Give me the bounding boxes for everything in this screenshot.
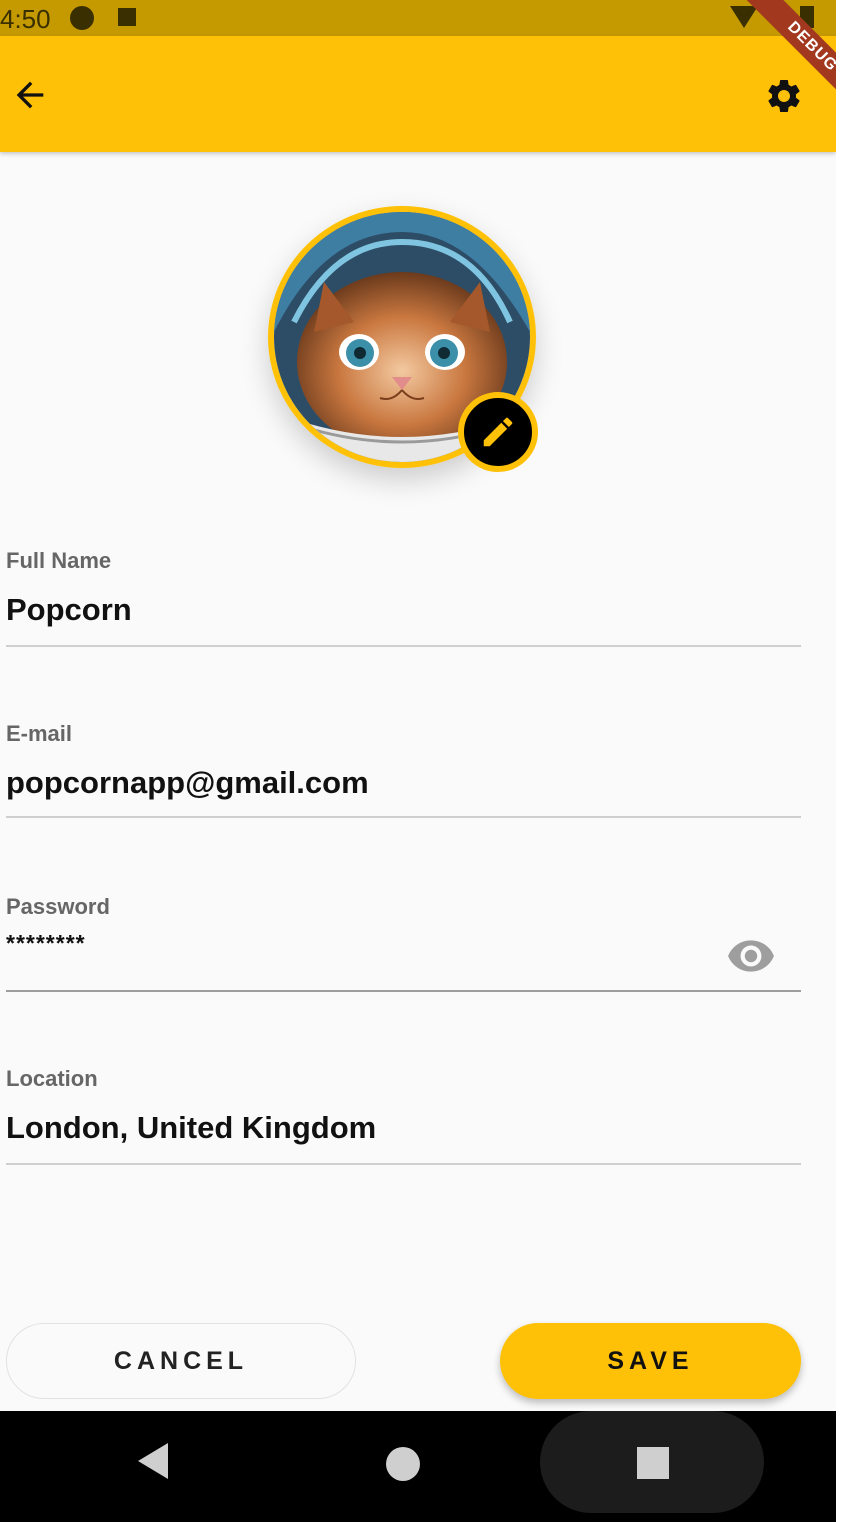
settings-button[interactable] xyxy=(760,72,808,120)
toggle-password-visibility[interactable] xyxy=(726,940,776,974)
recents-button[interactable] xyxy=(540,1411,764,1513)
pencil-icon xyxy=(483,417,513,447)
field-underline xyxy=(6,990,801,992)
frame-edge xyxy=(836,0,845,1522)
arrow-back-icon xyxy=(16,81,44,109)
field-underline xyxy=(6,1163,801,1165)
full-name-label: Full Name xyxy=(6,548,112,573)
password-field: Password ******** xyxy=(6,894,801,996)
location-field: Location xyxy=(6,1066,801,1168)
wifi-icon xyxy=(730,6,758,28)
full-name-input[interactable] xyxy=(6,592,706,628)
sync-icon xyxy=(70,6,94,30)
profile-edit-screen: 4:50 DEBUG Full Name Popcorn E-mail popc… xyxy=(0,0,836,1522)
gear-icon xyxy=(768,79,800,112)
edit-avatar-button[interactable] xyxy=(458,392,538,472)
field-underline xyxy=(6,816,801,818)
app-bar xyxy=(0,36,836,152)
back-button[interactable] xyxy=(6,71,54,119)
status-time: 4:50 xyxy=(0,4,51,34)
triangle-back-icon[interactable] xyxy=(136,1441,170,1481)
save-button[interactable]: SAVE xyxy=(500,1323,801,1399)
email-label: E-mail xyxy=(6,721,73,746)
system-navigation-bar xyxy=(0,1411,836,1522)
location-label: Location xyxy=(6,1066,98,1091)
location-input[interactable] xyxy=(6,1110,706,1146)
full-name-field: Full Name xyxy=(6,548,801,650)
password-input[interactable]: ******** xyxy=(6,930,706,957)
email-input[interactable] xyxy=(6,765,706,801)
eye-icon xyxy=(728,940,774,972)
email-field: E-mail xyxy=(6,721,801,823)
password-label: Password xyxy=(6,894,110,919)
cancel-button[interactable]: CANCEL xyxy=(6,1323,356,1399)
square-recents-icon xyxy=(637,1447,669,1479)
circle-home-icon[interactable] xyxy=(386,1447,420,1481)
field-underline xyxy=(6,645,801,647)
sd-card-icon xyxy=(118,8,136,26)
status-bar: 4:50 xyxy=(0,0,836,36)
